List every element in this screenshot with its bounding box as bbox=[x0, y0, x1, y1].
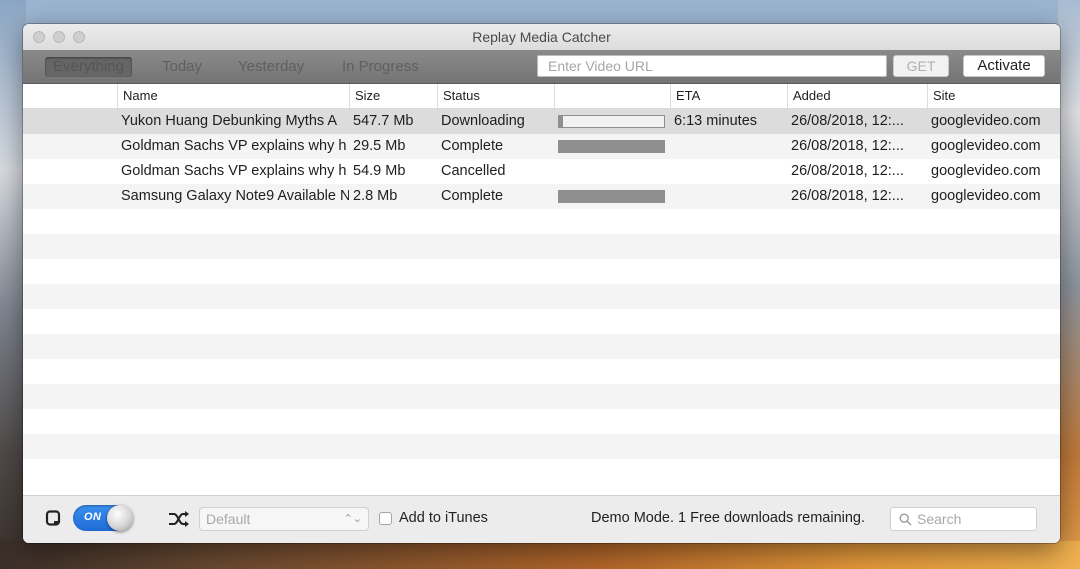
cell-eta bbox=[670, 134, 787, 159]
download-progress-bar bbox=[558, 115, 665, 128]
toggle-knob bbox=[107, 505, 133, 531]
demo-mode-status: Demo Mode. 1 Free downloads remaining. bbox=[591, 510, 866, 526]
downloads-table: Name Size Status ETA Added Site Yukon Hu… bbox=[23, 84, 1060, 495]
empty-row bbox=[23, 284, 1060, 309]
column-header-size[interactable]: Size bbox=[349, 84, 437, 108]
cell-size: 547.7 Mb bbox=[353, 113, 414, 129]
toolbar: Everything Today Yesterday In Progress G… bbox=[23, 50, 1060, 84]
download-progress-bar bbox=[558, 140, 665, 153]
empty-row bbox=[23, 259, 1060, 284]
cell-name: Goldman Sachs VP explains why h bbox=[121, 138, 347, 154]
cell-added: 26/08/2018, 12:... bbox=[791, 188, 904, 204]
cell-site: googlevideo.com bbox=[931, 163, 1041, 179]
empty-row bbox=[23, 209, 1060, 234]
toggle-label: ON bbox=[84, 511, 102, 523]
empty-row bbox=[23, 309, 1060, 334]
cell-name: Yukon Huang Debunking Myths A bbox=[121, 113, 338, 129]
desktop-wallpaper-right bbox=[1058, 0, 1080, 569]
cell-size: 54.9 Mb bbox=[353, 163, 406, 179]
table-row[interactable]: Goldman Sachs VP explains why h 29.5 Mb Co… bbox=[23, 134, 1060, 159]
search-icon bbox=[899, 513, 912, 526]
add-to-itunes-checkbox[interactable] bbox=[379, 512, 392, 525]
search-field[interactable] bbox=[890, 507, 1037, 531]
preset-select-value: Default bbox=[206, 511, 251, 527]
status-bar: ON Default ⌃⌄ Add to iTunes Demo Mode. 1… bbox=[23, 495, 1060, 543]
cell-added: 26/08/2018, 12:... bbox=[791, 138, 904, 154]
empty-row bbox=[23, 334, 1060, 359]
add-to-itunes-label: Add to iTunes bbox=[399, 510, 488, 526]
column-header-site[interactable]: Site bbox=[927, 84, 1060, 108]
empty-row bbox=[23, 409, 1060, 434]
download-progress-bar bbox=[558, 190, 665, 203]
column-header-name[interactable]: Name bbox=[117, 84, 349, 108]
cell-site: googlevideo.com bbox=[931, 138, 1041, 154]
cell-eta: 6:13 minutes bbox=[674, 113, 758, 129]
empty-row bbox=[23, 359, 1060, 384]
video-url-input[interactable] bbox=[537, 55, 887, 77]
cell-size: 2.8 Mb bbox=[353, 188, 398, 204]
cell-name: Samsung Galaxy Note9 Available N bbox=[121, 188, 349, 204]
cell-status: Complete bbox=[441, 138, 504, 154]
cell-site: googlevideo.com bbox=[931, 113, 1041, 129]
desktop-wallpaper-bottom bbox=[0, 541, 1080, 569]
cell-eta bbox=[670, 159, 787, 184]
column-header-eta[interactable]: ETA bbox=[670, 84, 787, 108]
column-header-progress[interactable] bbox=[554, 84, 670, 108]
cell-name: Goldman Sachs VP explains why h bbox=[121, 163, 347, 179]
cell-status: Complete bbox=[441, 188, 504, 204]
tab-yesterday[interactable]: Yesterday bbox=[230, 57, 312, 77]
app-window: Replay Media Catcher Everything Today Ye… bbox=[23, 24, 1060, 543]
cell-status: Cancelled bbox=[441, 163, 506, 179]
get-button[interactable]: GET bbox=[893, 55, 949, 77]
chevron-updown-icon: ⌃⌄ bbox=[343, 513, 362, 525]
cell-size: 29.5 Mb bbox=[353, 138, 406, 154]
empty-row bbox=[23, 459, 1060, 484]
table-header: Name Size Status ETA Added Site bbox=[23, 84, 1060, 109]
capture-toggle[interactable]: ON bbox=[73, 505, 133, 531]
cell-added: 26/08/2018, 12:... bbox=[791, 163, 904, 179]
progress-fill bbox=[559, 116, 564, 127]
progress-fill bbox=[558, 190, 665, 203]
table-row[interactable]: Yukon Huang Debunking Myths A 547.7 Mb Dow… bbox=[23, 109, 1060, 134]
empty-row bbox=[23, 434, 1060, 459]
cell-eta bbox=[670, 184, 787, 209]
device-icon[interactable] bbox=[45, 510, 61, 526]
empty-row bbox=[23, 384, 1060, 409]
empty-row bbox=[23, 234, 1060, 259]
shuffle-icon[interactable] bbox=[168, 510, 190, 528]
cell-added: 26/08/2018, 12:... bbox=[791, 113, 904, 129]
column-header-status[interactable]: Status bbox=[437, 84, 554, 108]
search-input[interactable] bbox=[917, 509, 1029, 529]
column-header-added[interactable]: Added bbox=[787, 84, 927, 108]
table-row[interactable]: Goldman Sachs VP explains why h 54.9 Mb Ca… bbox=[23, 159, 1060, 184]
title-bar: Replay Media Catcher bbox=[23, 24, 1060, 50]
cell-status: Downloading bbox=[441, 113, 525, 129]
activate-button[interactable]: Activate bbox=[963, 55, 1045, 77]
cell-site: googlevideo.com bbox=[931, 188, 1041, 204]
window-title: Replay Media Catcher bbox=[472, 29, 611, 45]
tab-in-progress[interactable]: In Progress bbox=[334, 57, 427, 77]
table-row[interactable]: Samsung Galaxy Note9 Available N 2.8 Mb Co… bbox=[23, 184, 1060, 209]
progress-fill bbox=[558, 140, 665, 153]
tab-everything[interactable]: Everything bbox=[45, 57, 132, 77]
preset-select[interactable]: Default ⌃⌄ bbox=[199, 507, 369, 531]
tab-today[interactable]: Today bbox=[154, 57, 210, 77]
